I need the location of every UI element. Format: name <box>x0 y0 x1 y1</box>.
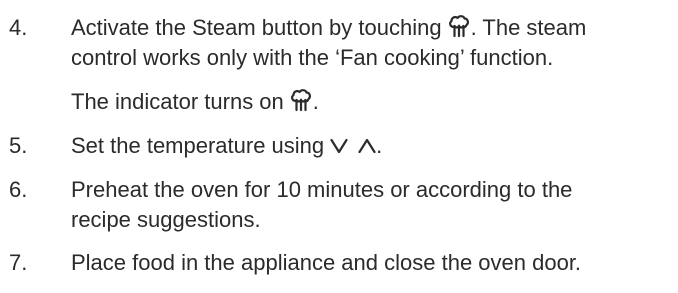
steam-icon <box>447 14 471 46</box>
step-text: Preheat the oven for 10 minutes or accor… <box>71 177 573 202</box>
chevron-down-icon <box>330 132 348 162</box>
step-number: 7. <box>9 250 28 275</box>
step-body: Place food in the appliance and close th… <box>71 248 671 278</box>
step-text: Set the temperature using <box>71 133 325 158</box>
step-body: Preheat the oven for 10 minutes or accor… <box>71 175 671 235</box>
step-number: 4. <box>9 15 28 40</box>
step-number: 6. <box>9 177 28 202</box>
step-text: Place food in the appliance and close th… <box>71 250 582 275</box>
step-text: recipe suggestions. <box>71 207 261 232</box>
step-number: 5. <box>9 133 28 158</box>
step-text: control works only with the ‘Fan cooking… <box>71 45 554 70</box>
chevron-up-icon <box>358 132 376 162</box>
steam-icon <box>289 88 313 120</box>
step-body: Activate the Steam button by touching . … <box>71 13 671 117</box>
step-body: Set the temperature using . <box>71 131 671 161</box>
step-text: The indicator turns on <box>71 89 284 114</box>
step-text: Activate the Steam button by touching <box>71 15 442 40</box>
